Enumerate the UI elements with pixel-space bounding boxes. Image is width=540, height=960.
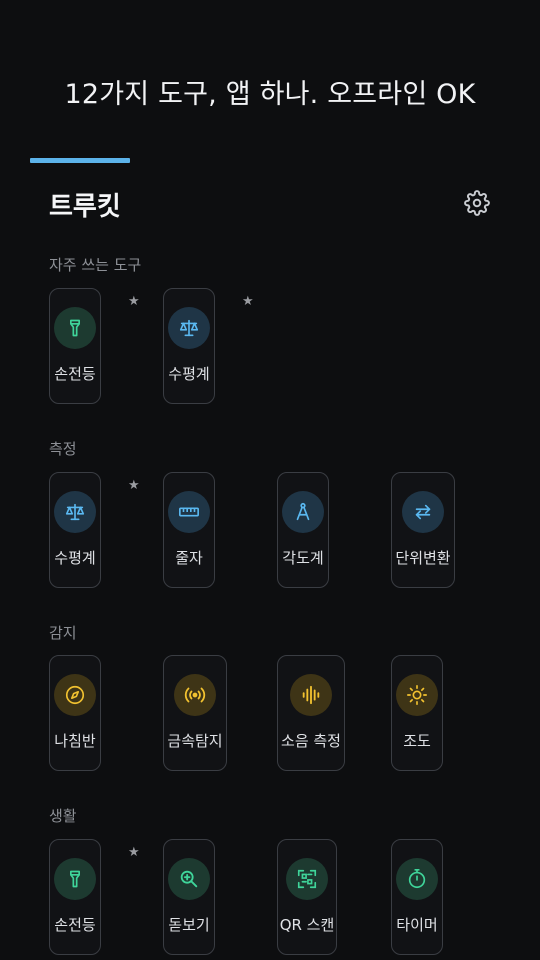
settings-button[interactable] [461,187,493,219]
scale-icon [179,319,199,337]
tool-tile-magnifier[interactable]: 돋보기 [163,839,215,955]
section-label-measure: 측정 [49,440,77,458]
tool-tile-unit-converter[interactable]: 단위변환 [391,472,455,588]
compass-drafting-icon [296,502,310,521]
flashlight-icon [70,870,80,888]
app-title: 트루킷 [49,192,121,222]
tool-tile-compass[interactable]: 나침반 [49,655,101,771]
tool-tile-qr-scan[interactable]: QR 스캔 [277,839,337,955]
tool-label: 손전등 [54,916,96,934]
tool-tile-sound-meter[interactable]: 소음 측정 [277,655,345,771]
star-icon[interactable]: ★ [128,845,140,860]
tool-label: 단위변환 [395,549,451,567]
scale-icon [65,503,85,521]
gear-icon [464,190,490,216]
section-label-favorites: 자주 쓰는 도구 [49,256,142,274]
tool-label: 소음 측정 [281,732,341,750]
tool-tile-level[interactable]: 수평계 [163,288,215,404]
tool-label: QR 스캔 [279,916,335,934]
tool-tile-light-meter[interactable]: 조도 [391,655,443,771]
qr-scan-icon [297,869,317,889]
tool-tile-flashlight[interactable]: 손전등 [49,288,101,404]
tool-label: 나침반 [54,732,96,750]
tool-tile-timer[interactable]: 타이머 [391,839,443,955]
tool-label: 각도계 [282,549,324,567]
star-icon[interactable]: ★ [128,478,140,493]
signal-waves-icon [184,687,206,703]
tool-label: 수평계 [54,549,96,567]
swap-arrows-icon [415,504,431,520]
magnifier-icon [180,870,198,888]
tool-tile-metal-detector[interactable]: 금속탐지 [163,655,227,771]
tool-tile-level[interactable]: 수평계 [49,472,101,588]
tool-tile-flashlight[interactable]: 손전등 [49,839,101,955]
flashlight-icon [70,319,80,337]
sound-wave-icon [302,685,320,705]
tool-tile-ruler[interactable]: 줄자 [163,472,215,588]
section-label-sense: 감지 [49,624,77,642]
section-label-life: 생활 [49,807,77,825]
tool-label: 타이머 [396,916,438,934]
tool-label: 손전등 [54,365,96,383]
tool-label: 조도 [403,732,431,750]
star-icon[interactable]: ★ [242,294,254,309]
sun-icon [407,685,427,705]
tab-indicator [30,158,130,163]
tool-label: 수평계 [168,365,210,383]
tool-label: 줄자 [175,549,203,567]
compass-icon [65,685,85,705]
star-icon[interactable]: ★ [128,294,140,309]
headline: 12가지 도구, 앱 하나. 오프라인 OK [64,79,476,110]
timer-icon [408,869,426,889]
ruler-icon [179,507,199,517]
tool-label: 금속탐지 [167,732,223,750]
tool-tile-protractor[interactable]: 각도계 [277,472,329,588]
tool-label: 돋보기 [168,916,210,934]
